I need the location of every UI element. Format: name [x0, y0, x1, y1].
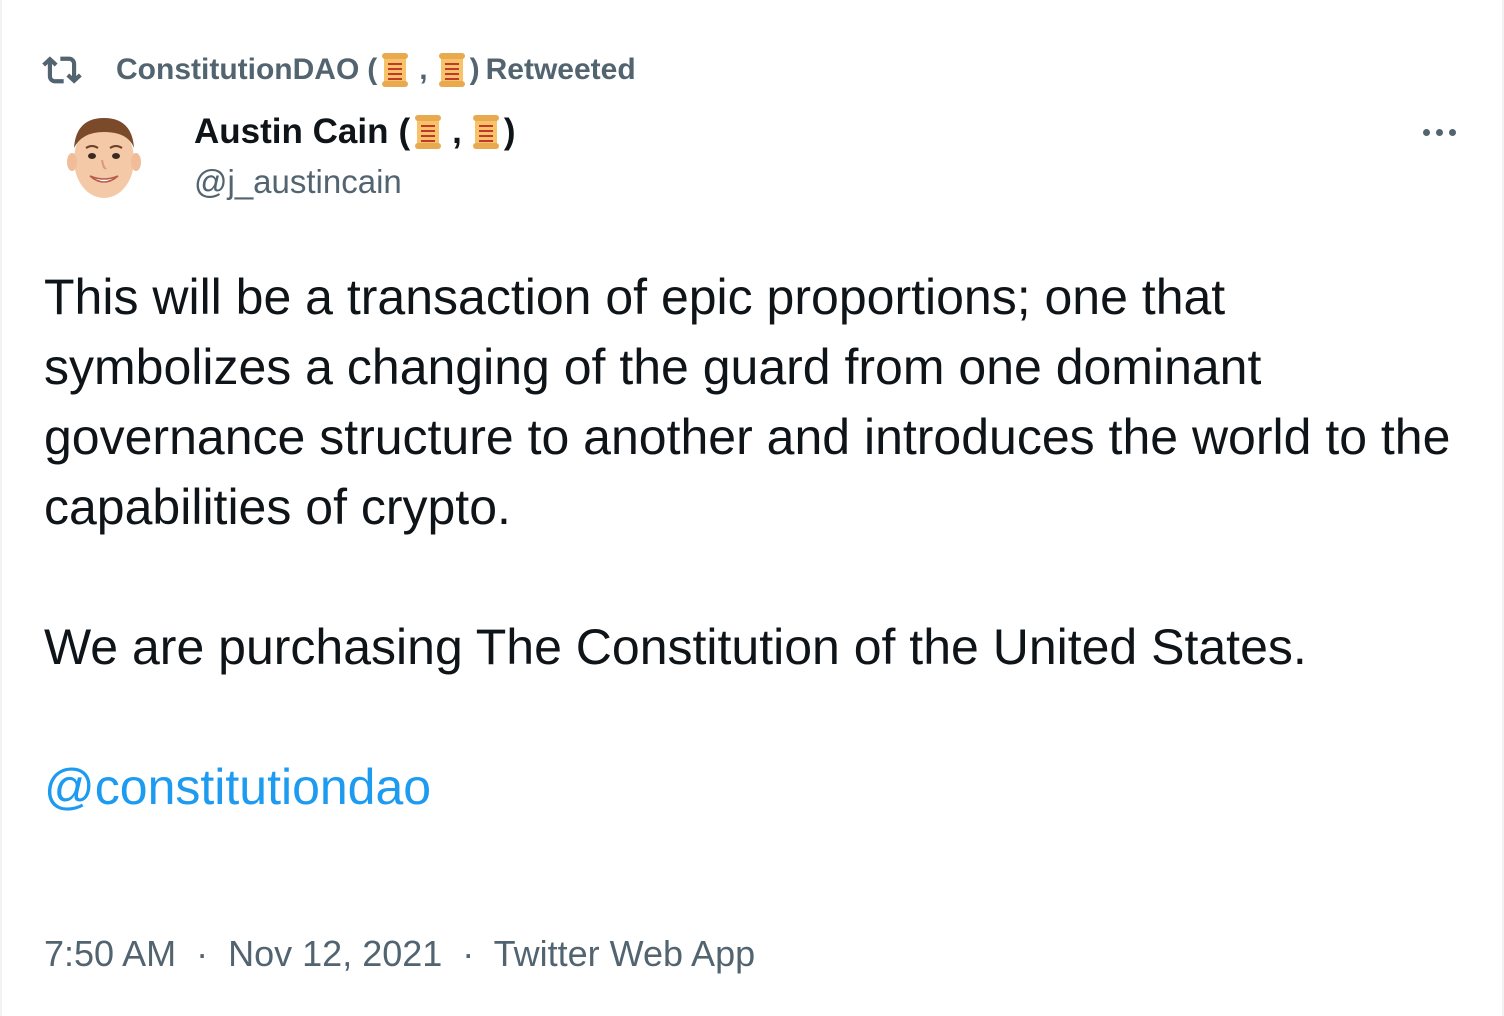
retweeted-label: Retweeted	[485, 53, 636, 86]
scroll-icon	[382, 53, 409, 87]
avatar-image	[64, 108, 144, 204]
mention-link[interactable]: @constitutiondao	[44, 759, 431, 815]
scroll-icon	[415, 115, 442, 149]
comma: ,	[452, 112, 462, 151]
separator: ·	[462, 933, 475, 974]
close-paren: )	[469, 53, 480, 86]
comma: ,	[419, 53, 428, 86]
author-name-row[interactable]: Austin Cain ( , )	[194, 108, 516, 156]
more-dot-icon	[1435, 128, 1443, 136]
scroll-icon	[438, 53, 465, 87]
open-paren: (	[398, 112, 411, 151]
avatar[interactable]	[64, 108, 144, 204]
tweet-text: This will be a transaction of epic propo…	[44, 262, 1464, 822]
author-handle[interactable]: @j_austincain	[194, 158, 516, 206]
separator: ·	[196, 933, 209, 974]
tweet-paragraph: This will be a transaction of epic propo…	[44, 269, 1451, 535]
scroll-icon	[472, 115, 499, 149]
tweet-source[interactable]: Twitter Web App	[494, 933, 755, 974]
retweeter-name[interactable]: ConstitutionDAO	[116, 53, 359, 87]
more-dot-icon	[1422, 128, 1430, 136]
author-name[interactable]: Austin Cain	[194, 108, 388, 156]
tweet-metadata: 7:50 AM · Nov 12, 2021 · Twitter Web App	[44, 930, 755, 978]
open-paren: (	[367, 53, 378, 86]
tweet-time[interactable]: 7:50 AM	[44, 933, 176, 974]
tweet-paragraph: We are purchasing The Constitution of th…	[44, 619, 1307, 675]
more-options-button[interactable]	[1414, 112, 1464, 152]
close-paren: )	[503, 112, 516, 151]
retweet-icon	[42, 56, 82, 84]
retweet-context[interactable]: ConstitutionDAO ( , ) Retweeted	[42, 48, 636, 92]
tweet-card: ConstitutionDAO ( , ) Retweeted Austin C…	[0, 0, 1504, 1016]
author-block[interactable]: Austin Cain ( , ) @j_austincain	[194, 108, 516, 206]
tweet-date[interactable]: Nov 12, 2021	[228, 933, 442, 974]
more-dot-icon	[1448, 128, 1456, 136]
